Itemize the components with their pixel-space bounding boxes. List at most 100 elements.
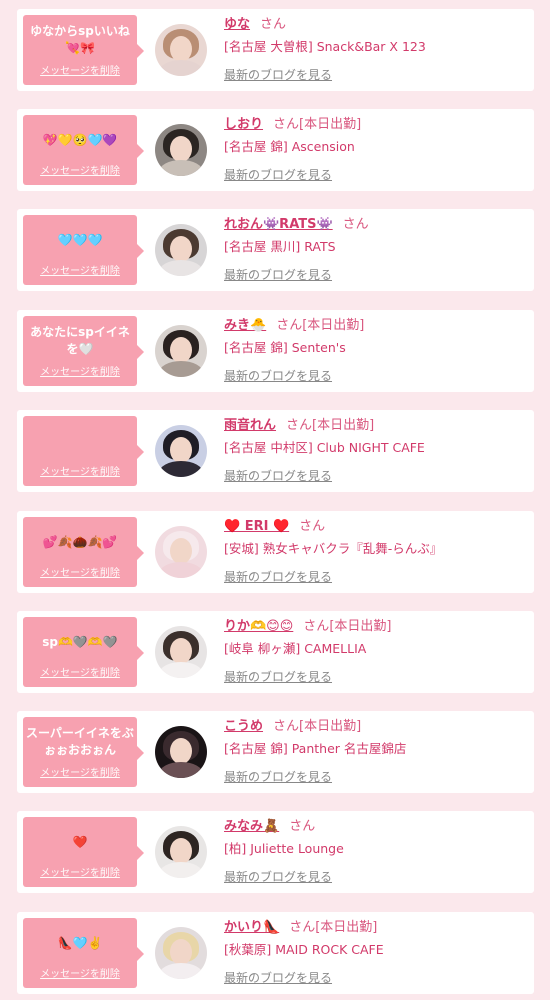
delete-message-link[interactable]: メッセージを削除 bbox=[23, 162, 137, 177]
delete-message-link[interactable]: メッセージを削除 bbox=[23, 564, 137, 579]
latest-blog-link[interactable]: 最新のブログを見る bbox=[224, 969, 332, 986]
cast-name-link[interactable]: ゆな bbox=[224, 17, 250, 32]
avatar-shoulders bbox=[159, 762, 203, 778]
avatar-shoulders bbox=[159, 461, 203, 477]
on-shift-badge: [本日出勤] bbox=[299, 117, 362, 132]
cast-name-link[interactable]: かいり👠 bbox=[224, 920, 279, 935]
avatar[interactable] bbox=[155, 826, 207, 878]
avatar-face bbox=[170, 538, 192, 564]
message-bubble: メッセージを削除 bbox=[23, 416, 144, 486]
delete-message-link[interactable]: メッセージを削除 bbox=[23, 664, 137, 679]
honorific: さん bbox=[276, 318, 303, 333]
avatar[interactable] bbox=[155, 325, 207, 377]
name-line: しおり さん[本日出勤] bbox=[224, 116, 361, 134]
message-card: sp🫶🩶🫶🩶 メッセージを削除 りか🫶😊😊 さん[本日出勤] [岐阜 柳ヶ瀬] C… bbox=[17, 611, 534, 693]
delete-message-link[interactable]: メッセージを削除 bbox=[23, 62, 137, 77]
message-text: あなたにspイイネを🤍 bbox=[30, 325, 130, 356]
name-line: みなみ🧸 さん bbox=[224, 818, 315, 836]
delete-message-link[interactable]: メッセージを削除 bbox=[23, 363, 137, 378]
cast-name-link[interactable]: りか🫶😊😊 bbox=[224, 619, 293, 634]
message-bubble: スーパーイイネをぶぉぉおおぉん メッセージを削除 bbox=[23, 717, 144, 787]
delete-message-link[interactable]: メッセージを削除 bbox=[23, 965, 137, 980]
shop-info: [名古屋 大曽根] Snack&Bar X 123 bbox=[224, 39, 426, 54]
on-shift-badge: [本日出勤] bbox=[315, 920, 378, 935]
avatar[interactable] bbox=[155, 626, 207, 678]
on-shift-badge: [本日出勤] bbox=[329, 619, 392, 634]
avatar-shoulders bbox=[159, 160, 203, 176]
message-card: あなたにspイイネを🤍 メッセージを削除 みき🐣 さん[本日出勤] [名古屋 錦]… bbox=[17, 310, 534, 392]
delete-message-link[interactable]: メッセージを削除 bbox=[23, 864, 137, 879]
message-card: 👠🩵✌️ メッセージを削除 かいり👠 さん[本日出勤] [秋葉原] MAID RO… bbox=[17, 912, 534, 994]
honorific: さん bbox=[273, 117, 300, 132]
cast-name-link[interactable]: しおり bbox=[224, 117, 263, 132]
on-shift-badge: [本日出勤] bbox=[299, 719, 362, 734]
name-line: りか🫶😊😊 さん[本日出勤] bbox=[224, 618, 391, 636]
honorific: さん bbox=[273, 719, 300, 734]
honorific: さん bbox=[299, 519, 326, 534]
avatar-shoulders bbox=[159, 662, 203, 678]
avatar[interactable] bbox=[155, 726, 207, 778]
message-text: 💕🍂🌰🍂💕 bbox=[42, 534, 118, 549]
latest-blog-link[interactable]: 最新のブログを見る bbox=[224, 166, 332, 183]
latest-blog-link[interactable]: 最新のブログを見る bbox=[224, 367, 332, 384]
message-card: 💕🍂🌰🍂💕 メッセージを削除 ♥️ ERI ♥️ さん [安城] 熟女キャバクラ『… bbox=[17, 511, 534, 593]
avatar[interactable] bbox=[155, 124, 207, 176]
latest-blog-link[interactable]: 最新のブログを見る bbox=[224, 467, 332, 484]
message-text: スーパーイイネをぶぉぉおおぉん bbox=[26, 726, 134, 757]
avatar-face bbox=[170, 838, 192, 864]
cast-name-link[interactable]: みなみ🧸 bbox=[224, 819, 279, 834]
message-text: sp🫶🩶🫶🩶 bbox=[42, 634, 118, 649]
on-shift-badge: [本日出勤] bbox=[312, 418, 375, 433]
message-card: ❤️ メッセージを削除 みなみ🧸 さん [柏] Juliette Lounge 最… bbox=[17, 811, 534, 893]
shop-info: [名古屋 錦] Senten's bbox=[224, 340, 346, 355]
honorific: さん bbox=[260, 17, 287, 32]
latest-blog-link[interactable]: 最新のブログを見る bbox=[224, 66, 332, 83]
avatar-face bbox=[170, 337, 192, 363]
message-card: 💖💛🥺🩵💜 メッセージを削除 しおり さん[本日出勤] [名古屋 錦] Ascen… bbox=[17, 109, 534, 191]
avatar-shoulders bbox=[159, 60, 203, 76]
message-text bbox=[26, 419, 134, 463]
message-card: ゆなからspいいね💘🎀 メッセージを削除 ゆな さん [名古屋 大曽根] Snac… bbox=[17, 9, 534, 91]
cast-name-link[interactable]: みき🐣 bbox=[224, 318, 266, 333]
cast-name-link[interactable]: ♥️ ERI ♥️ bbox=[224, 519, 289, 534]
message-text: 👠🩵✌️ bbox=[57, 935, 103, 950]
name-line: れおん👾RATS👾 さん bbox=[224, 216, 369, 234]
cast-name-link[interactable]: こうめ bbox=[224, 719, 263, 734]
cast-name-link[interactable]: 雨音れん bbox=[224, 418, 276, 433]
latest-blog-link[interactable]: 最新のブログを見る bbox=[224, 768, 332, 785]
latest-blog-link[interactable]: 最新のブログを見る bbox=[224, 568, 332, 585]
message-text: 💖💛🥺🩵💜 bbox=[42, 132, 118, 147]
on-shift-badge: [本日出勤] bbox=[302, 318, 365, 333]
honorific: さん bbox=[286, 418, 313, 433]
shop-info: [秋葉原] MAID ROCK CAFE bbox=[224, 942, 384, 957]
avatar[interactable] bbox=[155, 425, 207, 477]
message-bubble: あなたにspイイネを🤍 メッセージを削除 bbox=[23, 316, 144, 386]
delete-message-link[interactable]: メッセージを削除 bbox=[23, 262, 137, 277]
delete-message-link[interactable]: メッセージを削除 bbox=[23, 463, 137, 478]
honorific: さん bbox=[342, 217, 369, 232]
latest-blog-link[interactable]: 最新のブログを見る bbox=[224, 868, 332, 885]
message-text: 🩵🩵🩵 bbox=[57, 232, 103, 247]
avatar-face bbox=[170, 36, 192, 62]
message-bubble: 🩵🩵🩵 メッセージを削除 bbox=[23, 215, 144, 285]
avatar[interactable] bbox=[155, 526, 207, 578]
delete-message-link[interactable]: メッセージを削除 bbox=[23, 764, 137, 779]
avatar-shoulders bbox=[159, 862, 203, 878]
avatar-face bbox=[170, 939, 192, 965]
avatar-face bbox=[170, 236, 192, 262]
avatar-face bbox=[170, 738, 192, 764]
shop-info: [岐阜 柳ヶ瀬] CAMELLIA bbox=[224, 641, 367, 656]
cast-name-link[interactable]: れおん👾RATS👾 bbox=[224, 217, 333, 232]
latest-blog-link[interactable]: 最新のブログを見る bbox=[224, 668, 332, 685]
latest-blog-link[interactable]: 最新のブログを見る bbox=[224, 266, 332, 283]
avatar[interactable] bbox=[155, 927, 207, 979]
avatar[interactable] bbox=[155, 24, 207, 76]
name-line: 雨音れん さん[本日出勤] bbox=[224, 417, 374, 435]
name-line: かいり👠 さん[本日出勤] bbox=[224, 919, 377, 937]
avatar[interactable] bbox=[155, 224, 207, 276]
name-line: みき🐣 さん[本日出勤] bbox=[224, 317, 364, 335]
avatar-shoulders bbox=[159, 260, 203, 276]
message-bubble: 💕🍂🌰🍂💕 メッセージを削除 bbox=[23, 517, 144, 587]
message-bubble: 👠🩵✌️ メッセージを削除 bbox=[23, 918, 144, 988]
shop-info: [名古屋 黒川] RATS bbox=[224, 239, 336, 254]
